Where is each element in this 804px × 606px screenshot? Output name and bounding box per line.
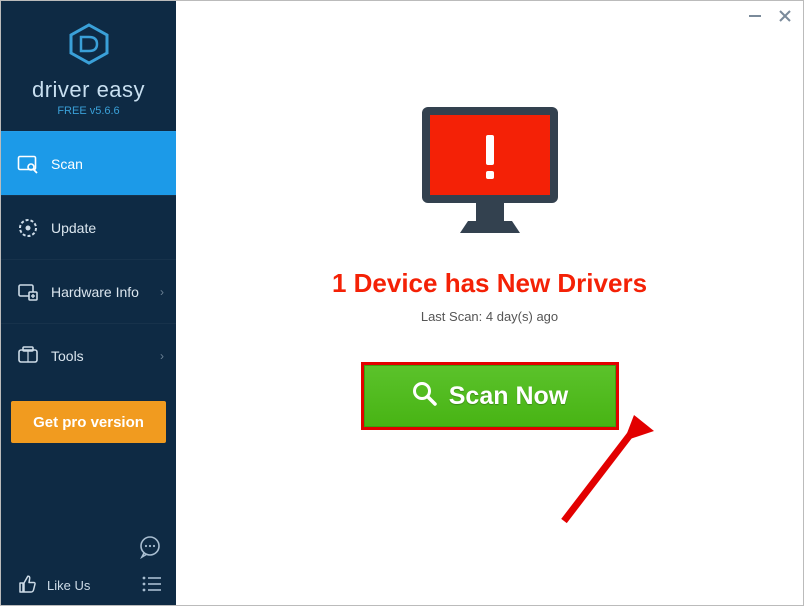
feedback-icon[interactable] (138, 535, 162, 564)
monitor-alert-icon (412, 101, 568, 246)
brand-name: driver easy (32, 77, 145, 103)
headline-text: 1 Device has New Drivers (332, 268, 647, 299)
chevron-right-icon: › (160, 285, 164, 299)
like-us-row[interactable]: Like Us (1, 574, 176, 597)
nav: Scan Update (1, 131, 176, 387)
update-icon (17, 217, 39, 239)
sidebar-item-scan[interactable]: Scan (1, 131, 176, 195)
sidebar-item-hardware-info[interactable]: Hardware Info › (1, 259, 176, 323)
scan-now-label: Scan Now (449, 382, 568, 411)
content-area: 1 Device has New Drivers Last Scan: 4 da… (176, 1, 803, 605)
scan-button-highlight: Scan Now (361, 362, 619, 430)
search-icon (411, 380, 437, 413)
sidebar-item-update[interactable]: Update (1, 195, 176, 259)
logo-icon (67, 22, 111, 71)
sidebar-item-label: Hardware Info (51, 284, 139, 300)
scan-now-button[interactable]: Scan Now (364, 365, 616, 427)
menu-icon[interactable] (142, 576, 162, 595)
titlebar (176, 1, 803, 31)
minimize-button[interactable] (747, 8, 763, 24)
get-pro-label: Get pro version (33, 414, 144, 431)
app-window: driver easy FREE v5.6.6 Scan (0, 0, 804, 606)
close-button[interactable] (777, 8, 793, 24)
sidebar-item-label: Tools (51, 348, 84, 364)
sidebar-item-label: Update (51, 220, 96, 236)
chevron-right-icon: › (160, 349, 164, 363)
thumbs-up-icon (17, 574, 37, 597)
like-us-label: Like Us (47, 578, 90, 593)
last-scan-text: Last Scan: 4 day(s) ago (421, 309, 558, 324)
sidebar-item-label: Scan (51, 156, 83, 172)
annotation-arrow-icon (546, 413, 666, 538)
sidebar-item-tools[interactable]: Tools › (1, 323, 176, 387)
sidebar: driver easy FREE v5.6.6 Scan (1, 1, 176, 605)
scan-icon (17, 153, 39, 175)
main-area: driver easy FREE v5.6.6 Scan (1, 1, 803, 605)
hardware-info-icon (17, 281, 39, 303)
tools-icon (17, 345, 39, 367)
logo-area: driver easy FREE v5.6.6 (1, 1, 176, 131)
sidebar-bottom: Like Us (1, 535, 176, 605)
get-pro-button[interactable]: Get pro version (11, 401, 166, 443)
brand-version: FREE v5.6.6 (57, 105, 119, 117)
